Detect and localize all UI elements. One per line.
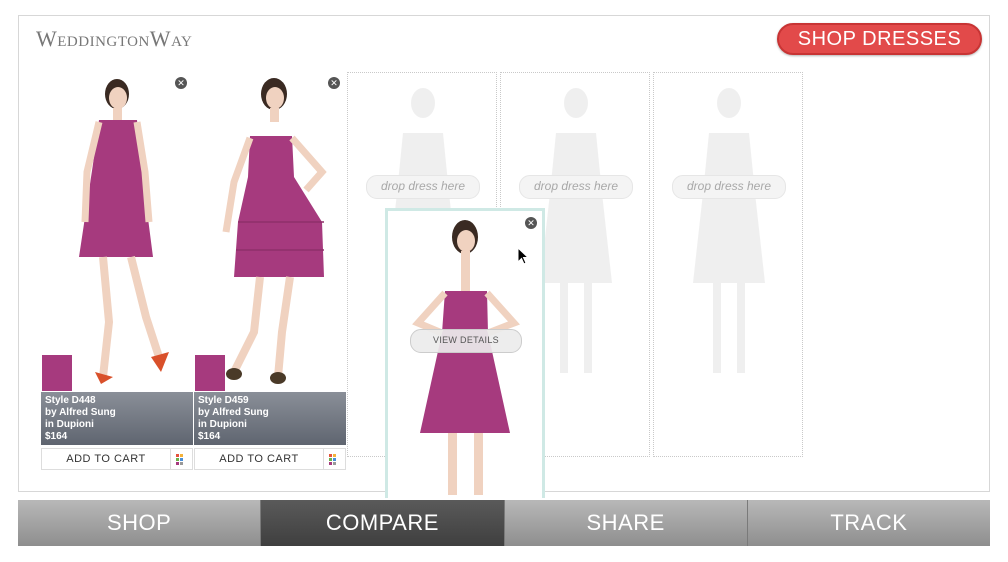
dress-info: Style D459 by Alfred Sung in Dupioni $16…: [194, 392, 346, 445]
dress-fabric: in Dupioni: [45, 419, 94, 430]
compare-card: ✕ Style D448 by Alfred Sung in Dupioni $…: [41, 72, 193, 472]
color-grid-icon[interactable]: [329, 454, 339, 465]
remove-dress-button[interactable]: ✕: [328, 77, 340, 89]
compare-card: ✕ Style D459 by Alfred Sung in Dupioni $…: [194, 72, 346, 472]
shop-dresses-button[interactable]: SHOP DRESSES: [777, 23, 982, 55]
empty-slot[interactable]: drop dress here: [653, 72, 803, 457]
drop-zone-label: drop dress here: [519, 175, 633, 199]
logo[interactable]: WeddingtonWay: [36, 26, 192, 52]
mouse-cursor-icon: [517, 247, 529, 265]
dress-style: Style D459: [198, 395, 249, 406]
dress-designer: by Alfred Sung: [45, 407, 116, 418]
tab-shop[interactable]: SHOP: [18, 500, 262, 546]
remove-dress-button[interactable]: ✕: [175, 77, 187, 89]
add-to-cart-button[interactable]: ADD TO CART: [42, 449, 171, 469]
tab-share[interactable]: SHARE: [504, 500, 748, 546]
dress-price: $164: [198, 431, 221, 442]
view-details-button[interactable]: VIEW DETAILS: [410, 329, 522, 353]
color-swatch[interactable]: [194, 354, 226, 392]
tab-compare[interactable]: COMPARE: [261, 500, 505, 546]
dress-style: Style D448: [45, 395, 96, 406]
dress-photo[interactable]: [41, 72, 193, 392]
tab-track[interactable]: TRACK: [747, 500, 990, 546]
cart-bar: ADD TO CART: [194, 448, 346, 470]
dress-photo[interactable]: [194, 72, 346, 392]
dress-fabric: in Dupioni: [198, 419, 247, 430]
cart-bar: ADD TO CART: [41, 448, 193, 470]
color-grid-icon[interactable]: [176, 454, 186, 465]
remove-dress-button[interactable]: ✕: [525, 217, 537, 229]
dress-designer: by Alfred Sung: [198, 407, 269, 418]
drop-zone-label: drop dress here: [366, 175, 480, 199]
dress-price: $164: [45, 431, 68, 442]
dress-silhouette-icon: [693, 88, 765, 373]
drop-zone-label: drop dress here: [672, 175, 786, 199]
color-swatch[interactable]: [41, 354, 73, 392]
add-to-cart-button[interactable]: ADD TO CART: [195, 449, 324, 469]
bottom-nav: SHOP COMPARE SHARE TRACK: [18, 500, 990, 546]
dress-info: Style D448 by Alfred Sung in Dupioni $16…: [41, 392, 193, 445]
